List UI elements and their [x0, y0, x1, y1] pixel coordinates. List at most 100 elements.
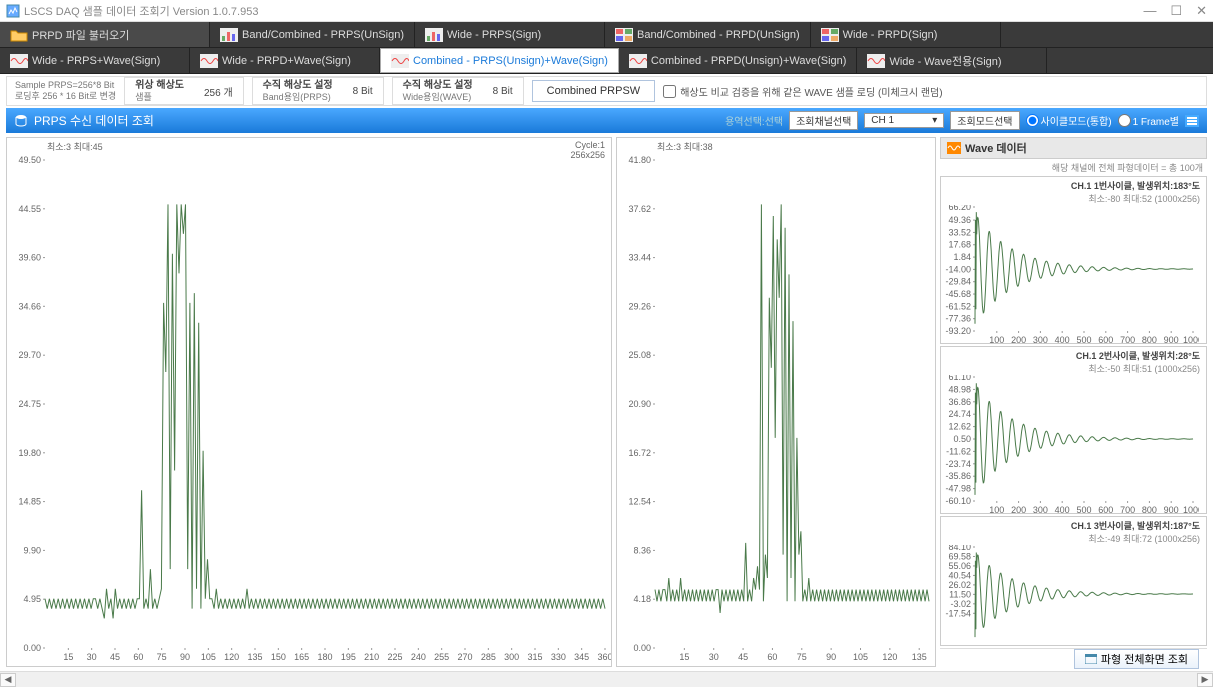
svg-text:500: 500 [1076, 505, 1091, 515]
combined-prpsw-button[interactable]: Combined PRPSW [532, 80, 656, 102]
toolbar-wide-prpd-sign-[interactable]: Wide - PRPD(Sign) [811, 22, 1001, 47]
svg-text:17.68: 17.68 [948, 240, 971, 250]
chart-icon [425, 28, 441, 42]
wave-chart-2: CH.1 2번사이클, 발생위치:28°도 최소:-50 최대:51 (1000… [940, 346, 1207, 514]
close-button[interactable]: ✕ [1196, 3, 1207, 19]
chart-stats-2: 최소:3 최대:38 [657, 140, 713, 153]
svg-text:-77.36: -77.36 [945, 314, 971, 324]
svg-text:0.00: 0.00 [23, 643, 41, 653]
svg-text:200: 200 [1011, 505, 1026, 515]
svg-text:8.36: 8.36 [633, 545, 651, 555]
svg-text:800: 800 [1142, 335, 1157, 345]
svg-text:12.54: 12.54 [628, 497, 651, 507]
fullscreen-button[interactable]: 파형 전체화면 조회 [1074, 649, 1199, 669]
svg-text:4.95: 4.95 [23, 594, 41, 604]
svg-text:-17.54: -17.54 [945, 608, 971, 618]
wave-icon [200, 54, 216, 68]
radio-cycle[interactable]: 사이클모드(통합) [1026, 113, 1112, 128]
toolbar-wide-prps-wave-sign-[interactable]: Wide - PRPS+Wave(Sign) [0, 48, 190, 73]
content-area: 최소:3 최대:45 Cycle:1 256x256 0.004.959.901… [0, 133, 1213, 671]
toolbar-combined-prps-unsign-wave-sign-[interactable]: Combined - PRPS(Unsign)+Wave(Sign) [380, 48, 619, 73]
svg-text:100: 100 [989, 335, 1004, 345]
svg-text:55.06: 55.06 [948, 561, 971, 571]
wave-icon [391, 54, 407, 68]
svg-text:69.58: 69.58 [948, 551, 971, 561]
svg-text:24.74: 24.74 [948, 409, 971, 419]
grid-icon [821, 28, 837, 42]
scroll-right[interactable]: ▶ [1197, 673, 1213, 687]
db-icon [14, 114, 28, 128]
title-bar: LSCS DAQ 샘플 데이터 조회기 Version 1.0.7.953 ― … [0, 0, 1213, 22]
section-title: PRPS 수신 데이터 조회 [34, 112, 154, 129]
horizontal-scrollbar[interactable]: ◀ ▶ [0, 671, 1213, 687]
phase-res-group: 위상 해상도샘플 256 개 [124, 77, 243, 106]
toolbar-combined-prpd-unsign-wave-sign-[interactable]: Combined - PRPD(Unsign)+Wave(Sign) [619, 48, 858, 73]
svg-text:300: 300 [1033, 505, 1048, 515]
sample-info: Sample PRPS=256*8 Bit 로딩후 256 * 16 Bit로 … [15, 80, 116, 102]
svg-text:29.70: 29.70 [18, 350, 41, 360]
toolbar-band-combined-prpd-unsign-[interactable]: Band/Combined - PRPD(UnSign) [605, 22, 811, 47]
wave-footer: 파형 전체화면 조회 [940, 648, 1207, 668]
svg-text:500: 500 [1076, 335, 1091, 345]
svg-text:44.55: 44.55 [18, 204, 41, 214]
maximize-button[interactable]: ☐ [1170, 3, 1182, 19]
svg-text:66.20: 66.20 [948, 205, 971, 212]
svg-text:-47.98: -47.98 [945, 484, 971, 494]
resolution-check[interactable]: 해상도 비교 검증을 위해 같은 WAVE 샘플 로딩 (미체크시 랜덤) [663, 84, 942, 99]
svg-text:4.18: 4.18 [633, 594, 651, 604]
toolbar-wide-wave-sign-[interactable]: Wide - Wave전용(Sign) [857, 48, 1047, 73]
svg-text:1000: 1000 [1183, 335, 1199, 345]
window-title: LSCS DAQ 샘플 데이터 조회기 Version 1.0.7.953 [24, 3, 258, 19]
wave-icon [867, 54, 883, 68]
svg-text:1.84: 1.84 [953, 252, 971, 262]
list-icon[interactable] [1185, 115, 1199, 127]
svg-text:600: 600 [1098, 335, 1113, 345]
svg-text:24.75: 24.75 [18, 399, 41, 409]
svg-text:84.10: 84.10 [948, 545, 971, 552]
toolbar-wide-prps-sign-[interactable]: Wide - PRPS(Sign) [415, 22, 605, 47]
svg-text:0.00: 0.00 [633, 643, 651, 653]
svg-text:900: 900 [1164, 505, 1179, 515]
svg-text:29.26: 29.26 [628, 301, 651, 311]
wave-icon [947, 142, 961, 154]
window-icon [1085, 654, 1097, 664]
svg-text:9.90: 9.90 [23, 545, 41, 555]
svg-text:-3.02: -3.02 [950, 599, 971, 609]
svg-text:-23.74: -23.74 [945, 459, 971, 469]
svg-text:-45.68: -45.68 [945, 289, 971, 299]
svg-text:-14.00: -14.00 [945, 264, 971, 274]
svg-text:20.90: 20.90 [628, 399, 651, 409]
svg-text:800: 800 [1142, 505, 1157, 515]
svg-text:33.44: 33.44 [628, 253, 651, 263]
svg-text:700: 700 [1120, 335, 1135, 345]
resolution-checkbox[interactable] [663, 85, 676, 98]
folder-icon [10, 28, 26, 42]
mode-label: 조회모드선택 [950, 111, 1019, 130]
svg-text:-60.10: -60.10 [945, 496, 971, 506]
svg-text:49.50: 49.50 [18, 155, 41, 165]
wave-chart-3: CH.1 3번사이클, 발생위치:187°도 최소:-49 최대:72 (100… [940, 516, 1207, 646]
chart-secondary: 최소:3 최대:38 0.004.188.3612.5416.7220.9025… [616, 137, 936, 667]
toolbar-prpd-[interactable]: PRPD 파일 불러오기 [0, 22, 210, 47]
svg-text:14.85: 14.85 [18, 497, 41, 507]
radio-frame[interactable]: 1 Frame별 [1118, 113, 1179, 128]
wave-column: Wave 데이터 해당 채널에 전체 파형데이터 = 총 100개 CH.1 1… [940, 137, 1207, 667]
toolbar-band-combined-prps-unsign-[interactable]: Band/Combined - PRPS(UnSign) [210, 22, 415, 47]
svg-text:40.54: 40.54 [948, 570, 971, 580]
chart-main: 최소:3 최대:45 Cycle:1 256x256 0.004.959.901… [6, 137, 612, 667]
scroll-left[interactable]: ◀ [0, 673, 16, 687]
svg-text:200: 200 [1011, 335, 1026, 345]
svg-text:-93.20: -93.20 [945, 326, 971, 336]
minimize-button[interactable]: ― [1143, 3, 1156, 19]
svg-text:400: 400 [1055, 335, 1070, 345]
section-header: PRPS 수신 데이터 조회 용역선택:선택 조회채널선택 CH 1▾ 조회모드… [6, 108, 1207, 133]
svg-text:0.50: 0.50 [953, 434, 971, 444]
svg-text:39.60: 39.60 [18, 253, 41, 263]
faded-text: 용역선택:선택 [725, 113, 783, 128]
svg-text:12.62: 12.62 [948, 422, 971, 432]
ch-label: 조회채널선택 [789, 111, 858, 130]
svg-text:19.80: 19.80 [18, 448, 41, 458]
svg-text:16.72: 16.72 [628, 448, 651, 458]
channel-select[interactable]: CH 1▾ [864, 113, 944, 128]
toolbar-wide-prpd-wave-sign-[interactable]: Wide - PRPD+Wave(Sign) [190, 48, 380, 73]
